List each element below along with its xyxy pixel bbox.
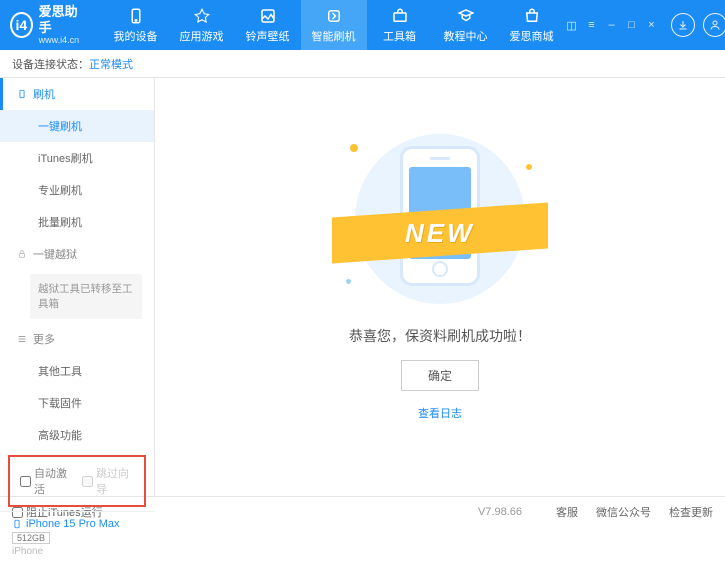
phone-icon <box>12 519 22 529</box>
download-icon <box>677 19 689 31</box>
footer-link-wechat[interactable]: 微信公众号 <box>596 504 651 520</box>
sidebar-item-advanced[interactable]: 高级功能 <box>0 419 154 451</box>
sidebar-item-other[interactable]: 其他工具 <box>0 355 154 387</box>
toolbox-icon <box>391 7 409 25</box>
picture-icon <box>259 7 277 25</box>
device-icon <box>127 7 145 25</box>
sidebar-section-more[interactable]: 更多 <box>0 323 154 355</box>
status-label: 设备连接状态： <box>12 56 89 72</box>
user-button[interactable] <box>703 13 725 37</box>
nav-ringtone[interactable]: 铃声壁纸 <box>235 0 301 50</box>
minimize-icon[interactable]: – <box>605 18 619 32</box>
ok-button[interactable]: 确定 <box>401 360 479 391</box>
status-value: 正常模式 <box>89 56 133 72</box>
view-log-link[interactable]: 查看日志 <box>418 405 462 421</box>
checkbox-input[interactable] <box>20 476 31 487</box>
status-bar: 设备连接状态： 正常模式 <box>0 50 725 78</box>
nav-label: 教程中心 <box>444 28 488 44</box>
sidebar-item-itunes[interactable]: iTunes刷机 <box>0 142 154 174</box>
top-nav: 我的设备 应用游戏 铃声壁纸 智能刷机 工具箱 教程中心 爱思商城 <box>103 0 565 50</box>
app-subtitle: www.i4.cn <box>39 35 83 46</box>
checkbox-input[interactable] <box>82 476 93 487</box>
skin-icon[interactable]: ◫ <box>565 18 579 32</box>
lock-icon <box>17 249 27 259</box>
nav-tutorial[interactable]: 教程中心 <box>433 0 499 50</box>
phone-icon <box>17 89 27 99</box>
nav-apps[interactable]: 应用游戏 <box>169 0 235 50</box>
section-label: 一键越狱 <box>33 246 77 262</box>
section-label: 更多 <box>33 331 55 347</box>
storage-badge: 512GB <box>12 532 50 544</box>
ribbon-text: NEW <box>405 217 475 248</box>
nav-flash[interactable]: 智能刷机 <box>301 0 367 50</box>
nav-label: 爱思商城 <box>510 28 554 44</box>
nav-label: 应用游戏 <box>180 28 224 44</box>
nav-store[interactable]: 爱思商城 <box>499 0 565 50</box>
jailbreak-note: 越狱工具已转移至工具箱 <box>30 274 142 319</box>
app-logo: i4 爱思助手 www.i4.cn <box>10 4 83 46</box>
sidebar-section-flash[interactable]: 刷机 <box>0 78 154 110</box>
nav-label: 我的设备 <box>114 28 158 44</box>
checkbox-skip-setup[interactable]: 跳过向导 <box>82 465 134 497</box>
apps-icon <box>193 7 211 25</box>
store-icon <box>523 7 541 25</box>
window-controls: ◫ ≡ – □ × <box>565 18 659 32</box>
version-label: V7.98.66 <box>478 506 522 518</box>
success-illustration: NEW <box>340 134 540 304</box>
maximize-icon[interactable]: □ <box>625 18 639 32</box>
title-bar: i4 爱思助手 www.i4.cn 我的设备 应用游戏 铃声壁纸 智能刷机 工具… <box>0 0 725 50</box>
menu-icon[interactable]: ≡ <box>585 18 599 32</box>
checkbox-auto-activate[interactable]: 自动激活 <box>20 465 72 497</box>
success-message: 恭喜您，保资料刷机成功啦！ <box>349 326 531 346</box>
device-name-text: iPhone 15 Pro Max <box>26 518 120 530</box>
logo-icon: i4 <box>10 12 33 38</box>
app-name: 爱思助手 <box>39 4 83 35</box>
list-icon <box>17 334 27 344</box>
device-name[interactable]: iPhone 15 Pro Max <box>12 518 142 530</box>
download-button[interactable] <box>671 13 695 37</box>
nav-toolbox[interactable]: 工具箱 <box>367 0 433 50</box>
nav-label: 智能刷机 <box>312 28 356 44</box>
section-label: 刷机 <box>33 86 55 102</box>
checkbox-label: 自动激活 <box>34 465 72 497</box>
checkbox-label: 跳过向导 <box>96 465 134 497</box>
device-type: iPhone <box>12 546 142 557</box>
footer-link-support[interactable]: 客服 <box>556 504 578 520</box>
nav-label: 铃声壁纸 <box>246 28 290 44</box>
sidebar-section-jailbreak: 一键越狱 <box>0 238 154 270</box>
nav-label: 工具箱 <box>383 28 416 44</box>
main-content: NEW 恭喜您，保资料刷机成功啦！ 确定 查看日志 <box>155 78 725 496</box>
sidebar-item-oneclick[interactable]: 一键刷机 <box>0 110 154 142</box>
user-icon <box>709 19 721 31</box>
sidebar-item-batch[interactable]: 批量刷机 <box>0 206 154 238</box>
close-icon[interactable]: × <box>645 18 659 32</box>
device-info: iPhone 15 Pro Max 512GB iPhone <box>0 511 154 563</box>
sidebar-item-firmware[interactable]: 下载固件 <box>0 387 154 419</box>
activation-options: 自动激活 跳过向导 <box>8 455 146 507</box>
flash-icon <box>325 7 343 25</box>
footer-link-update[interactable]: 检查更新 <box>669 504 713 520</box>
sidebar: 刷机 一键刷机 iTunes刷机 专业刷机 批量刷机 一键越狱 越狱工具已转移至… <box>0 78 155 496</box>
sidebar-item-pro[interactable]: 专业刷机 <box>0 174 154 206</box>
tutorial-icon <box>457 7 475 25</box>
nav-my-device[interactable]: 我的设备 <box>103 0 169 50</box>
